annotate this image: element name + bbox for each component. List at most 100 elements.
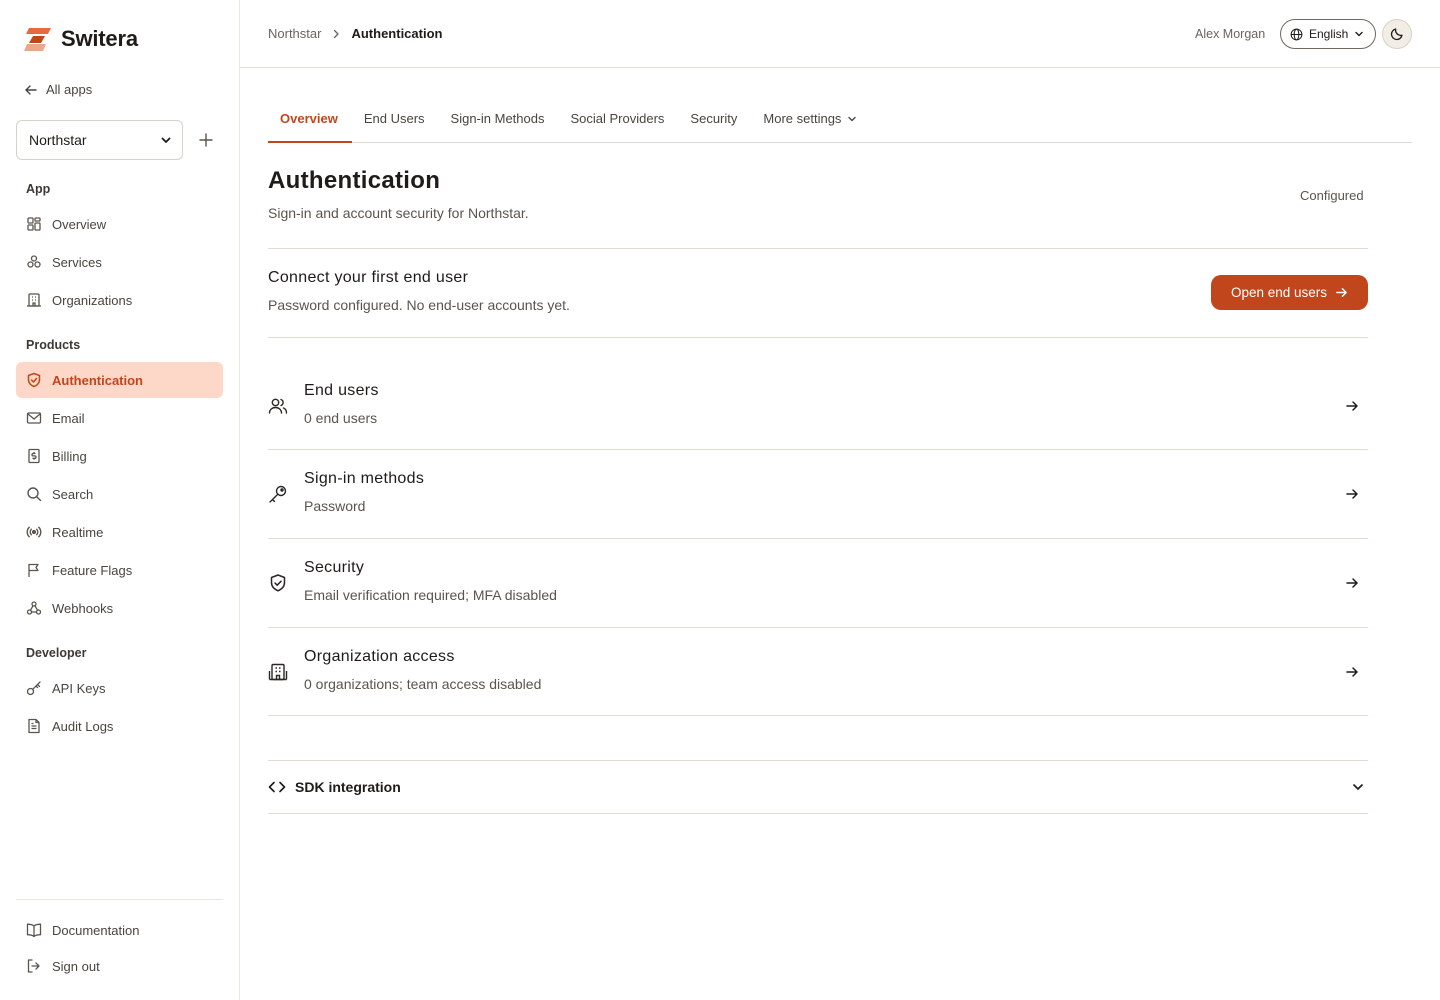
sidebar-item-label: Webhooks xyxy=(52,600,114,616)
tab-sign-in-methods[interactable]: Sign-in Methods xyxy=(439,102,559,143)
tab-label: Social Providers xyxy=(570,111,665,126)
cta-description: Password configured. No end-user account… xyxy=(268,297,570,313)
tab-label: Overview xyxy=(280,111,338,126)
brand-name: Switera xyxy=(61,26,138,51)
sidebar-item-documentation[interactable]: Documentation xyxy=(16,912,223,948)
tab-label: Security xyxy=(690,111,738,126)
sidebar-item-webhooks[interactable]: Webhooks xyxy=(16,590,223,626)
divider xyxy=(268,337,1368,338)
sidebar-item-realtime[interactable]: Realtime xyxy=(16,514,223,550)
code-icon xyxy=(268,781,286,793)
open-end-users-button[interactable]: Open end users xyxy=(1211,275,1368,310)
sidebar-item-label: Sign out xyxy=(52,958,100,974)
page-title: Authentication xyxy=(268,167,441,194)
chevron-down-icon xyxy=(1355,31,1364,37)
app-selector-value: Northstar xyxy=(29,132,87,148)
building-icon xyxy=(268,663,288,681)
users-icon xyxy=(268,398,288,414)
sidebar-item-label: Billing xyxy=(52,448,87,464)
shield-icon xyxy=(27,372,41,388)
theme-toggle-button[interactable] xyxy=(1382,19,1412,49)
sidebar: Switera All apps Northstar App Overview … xyxy=(0,0,240,1000)
breadcrumb-current: Authentication xyxy=(351,26,443,41)
row-description: 0 end users xyxy=(304,410,378,426)
sidebar-item-label: Authentication xyxy=(52,372,143,388)
sidebar-item-feature-flags[interactable]: Feature Flags xyxy=(16,552,223,588)
broadcast-icon xyxy=(26,526,42,538)
user-name: Alex Morgan xyxy=(1195,27,1266,41)
language-label: English xyxy=(1309,27,1349,41)
tab-more-settings[interactable]: More settings xyxy=(751,102,871,143)
row-organization-access[interactable]: Organization access 0 organizations; tea… xyxy=(268,628,1368,716)
all-apps-label: All apps xyxy=(46,82,93,97)
section-label-developer: Developer xyxy=(26,646,87,660)
key-icon xyxy=(269,485,287,503)
billing-icon xyxy=(28,448,40,464)
sidebar-item-email[interactable]: Email xyxy=(16,400,223,436)
sidebar-item-label: Search xyxy=(52,486,94,502)
breadcrumb: Northstar Authentication xyxy=(268,26,442,41)
sidebar-item-audit-logs[interactable]: Audit Logs xyxy=(16,708,223,744)
open-end-users-label: Open end users xyxy=(1230,285,1328,300)
sidebar-item-billing[interactable]: Billing xyxy=(16,438,223,474)
sidebar-item-label: Feature Flags xyxy=(52,562,133,578)
sidebar-item-label: Realtime xyxy=(52,524,104,540)
language-selector[interactable]: English xyxy=(1280,19,1376,49)
arrow-right-icon xyxy=(1346,401,1358,411)
tab-label: More settings xyxy=(763,111,842,126)
row-description: Email verification required; MFA disable… xyxy=(304,587,557,603)
sidebar-item-authentication[interactable]: Authentication xyxy=(16,362,223,398)
sidebar-item-overview[interactable]: Overview xyxy=(16,206,223,242)
sidebar-item-search[interactable]: Search xyxy=(16,476,223,512)
sidebar-item-organizations[interactable]: Organizations xyxy=(16,282,223,318)
tab-label: End Users xyxy=(363,111,425,126)
search-icon xyxy=(27,487,42,502)
sdk-integration-toggle[interactable]: SDK integration xyxy=(268,761,1368,813)
breadcrumb-parent[interactable]: Northstar xyxy=(268,26,321,41)
grid-icon xyxy=(27,217,41,231)
app-selector[interactable]: Northstar xyxy=(16,120,183,160)
section-label-app: App xyxy=(26,182,51,196)
add-app-button[interactable] xyxy=(196,130,216,150)
divider xyxy=(268,813,1368,814)
chevron-down-icon xyxy=(161,137,171,143)
row-sign-in-methods[interactable]: Sign-in methods Password xyxy=(268,450,1368,538)
sidebar-item-label: Audit Logs xyxy=(52,718,114,734)
arrow-right-icon xyxy=(1346,489,1358,499)
sidebar-item-label: Email xyxy=(52,410,85,426)
row-title: End users xyxy=(304,382,379,399)
arrow-left-icon xyxy=(25,84,37,95)
sidebar-item-label: API Keys xyxy=(52,680,106,696)
chevron-right-icon xyxy=(334,29,340,38)
tab-bar: Overview End Users Sign-in Methods Socia… xyxy=(268,102,1412,143)
sidebar-item-label: Overview xyxy=(52,216,107,232)
tab-security[interactable]: Security xyxy=(678,102,751,143)
sidebar-item-label: Documentation xyxy=(52,922,140,938)
tab-overview[interactable]: Overview xyxy=(268,102,352,143)
divider xyxy=(268,248,1368,249)
key-icon xyxy=(26,681,41,696)
tab-social-providers[interactable]: Social Providers xyxy=(558,102,678,143)
arrow-right-icon xyxy=(1336,288,1347,297)
arrow-right-icon xyxy=(1346,667,1358,677)
sidebar-item-sign-out[interactable]: Sign out xyxy=(16,948,223,984)
file-icon xyxy=(28,718,40,734)
brand[interactable]: Switera xyxy=(24,26,138,52)
row-description: Password xyxy=(304,498,366,514)
row-title: Security xyxy=(304,559,365,576)
top-header: Northstar Authentication Alex Morgan Eng… xyxy=(240,0,1440,68)
sidebar-item-services[interactable]: Services xyxy=(16,244,223,280)
tab-end-users[interactable]: End Users xyxy=(352,102,439,143)
row-end-users[interactable]: End users 0 end users xyxy=(268,362,1368,450)
section-label-products: Products xyxy=(26,338,81,352)
sidebar-item-api-keys[interactable]: API Keys xyxy=(16,670,223,706)
page-subtitle: Sign-in and account security for Northst… xyxy=(268,205,529,221)
switera-logo-icon xyxy=(24,28,51,51)
all-apps-link[interactable]: All apps xyxy=(24,82,92,97)
tab-label: Sign-in Methods xyxy=(450,111,545,126)
flag-icon xyxy=(28,563,39,577)
row-description: 0 organizations; team access disabled xyxy=(304,676,542,692)
book-icon xyxy=(26,923,42,938)
cta-title: Connect your first end user xyxy=(268,269,469,286)
row-security[interactable]: Security Email verification required; MF… xyxy=(268,539,1368,627)
